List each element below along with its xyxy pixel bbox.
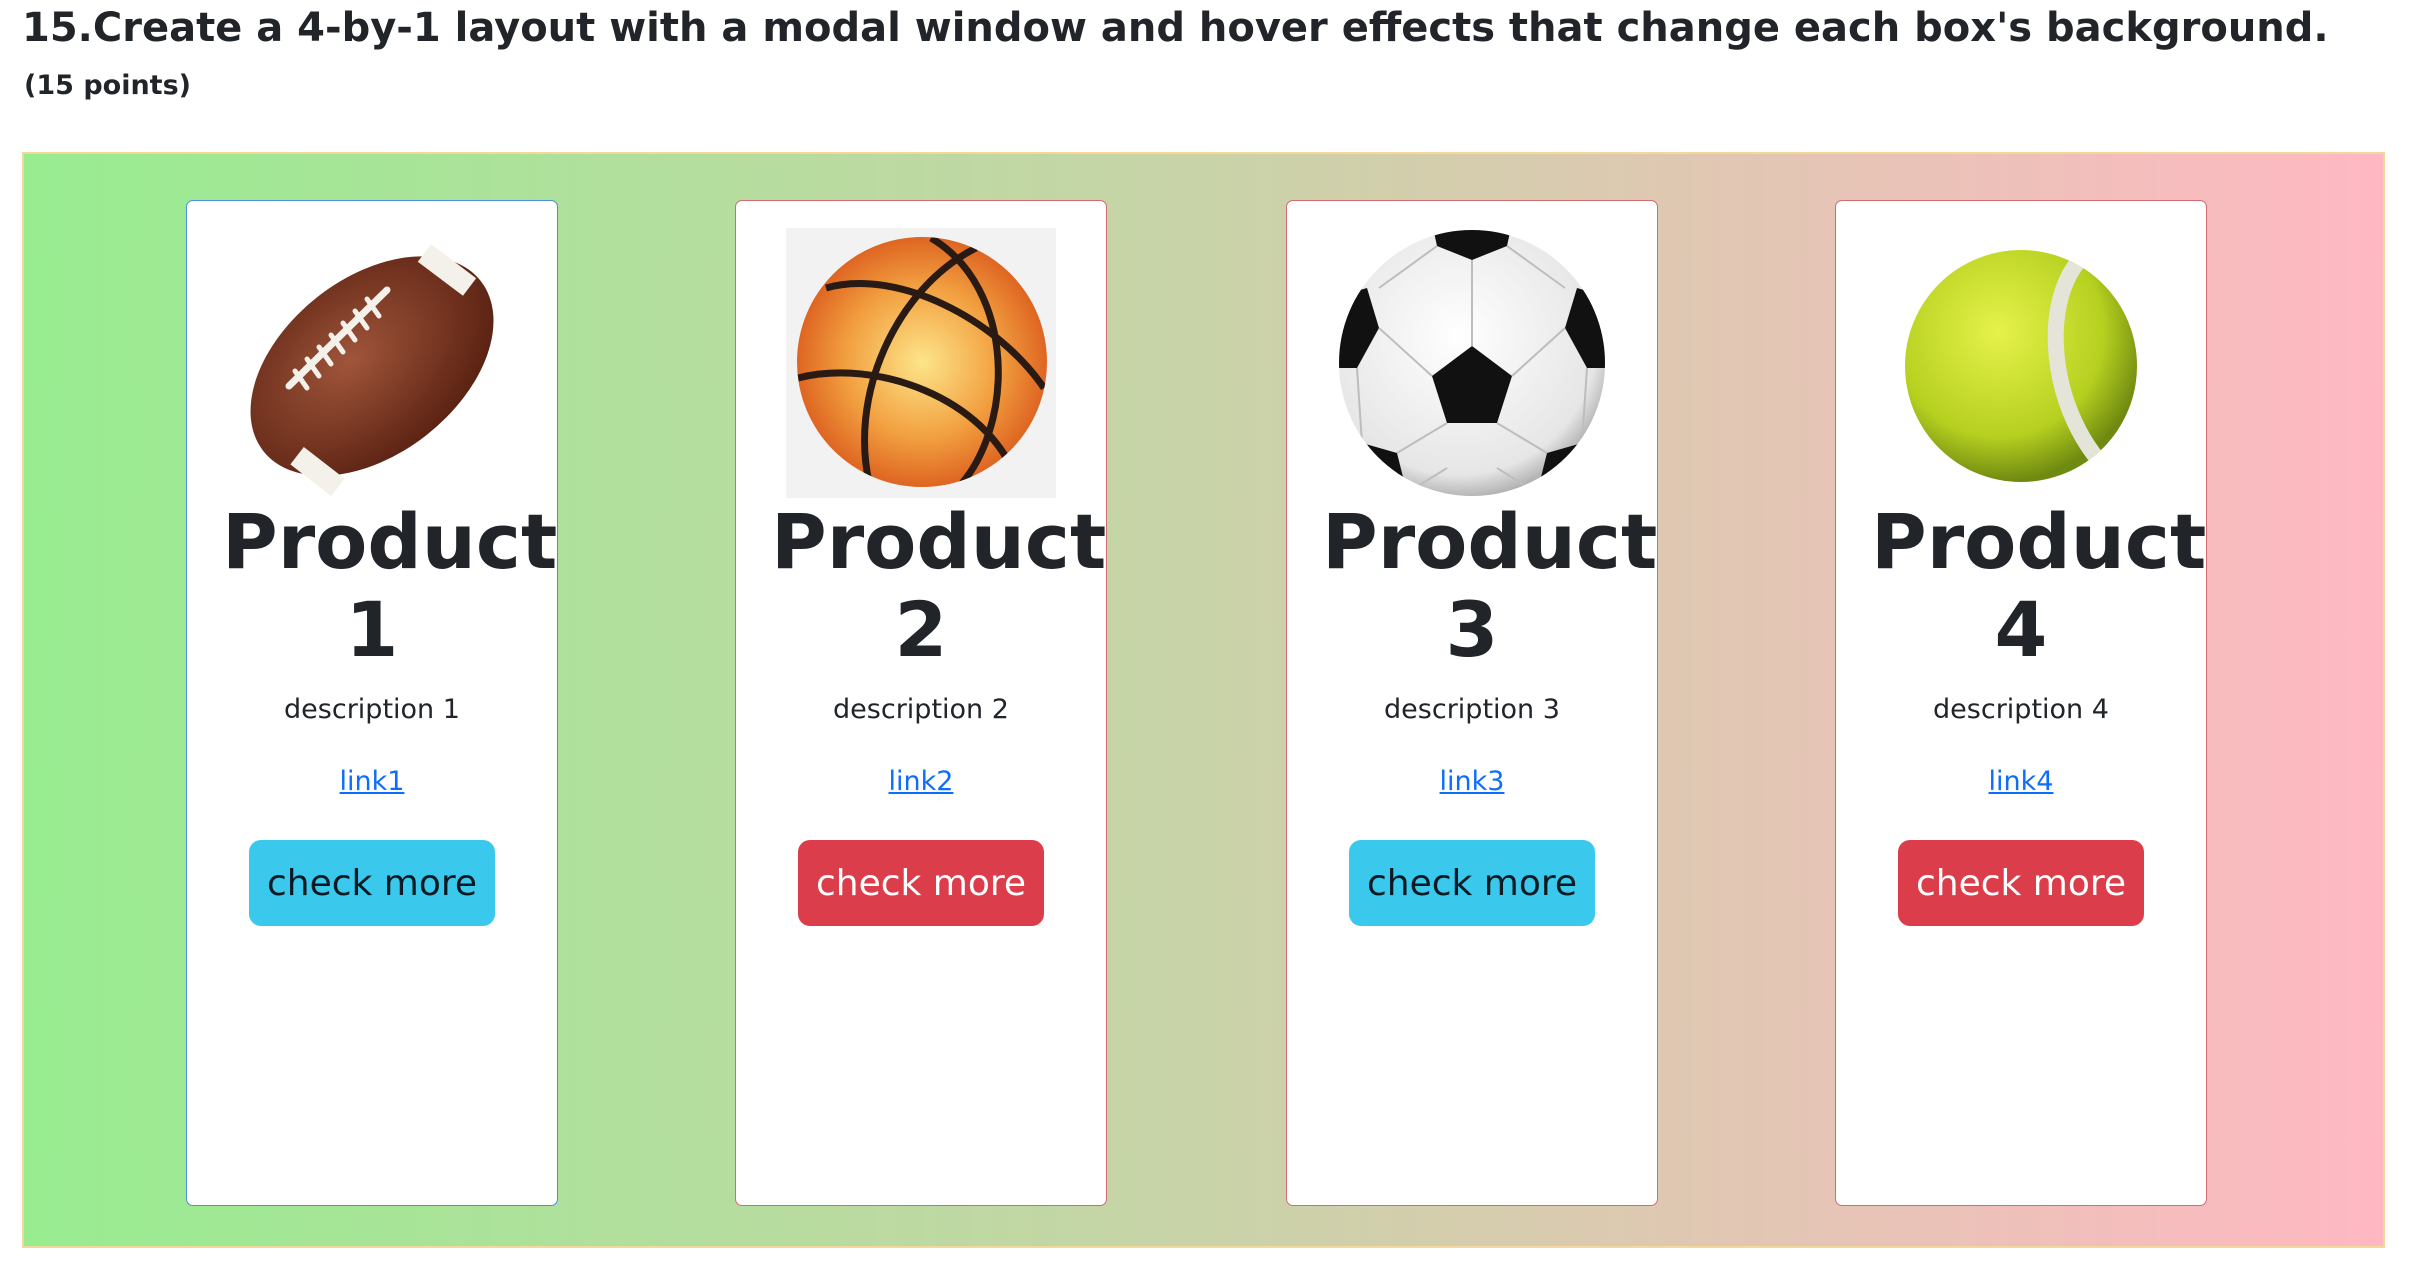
product-link-2[interactable]: link2 (889, 764, 954, 800)
product-card-3[interactable]: Product 3 description 3 link3 check more (1286, 200, 1658, 1206)
product-description: description 3 (1384, 694, 1560, 725)
product-name: Product 4 (1871, 497, 2207, 674)
basketball-icon (786, 228, 1056, 498)
question-points: (15 points) (24, 70, 191, 101)
product-name: Product 3 (1322, 497, 1658, 674)
product-card-4[interactable]: Product 4 description 4 link4 check more (1835, 200, 2207, 1206)
gradient-container: Product 1 description 1 link1 check more (22, 152, 2385, 1248)
product-link-3[interactable]: link3 (1440, 764, 1505, 800)
question-title: 15.Create a 4-by-1 layout with a modal w… (22, 5, 2329, 51)
product-link-1[interactable]: link1 (340, 764, 405, 800)
check-more-button-4[interactable]: check more (1898, 840, 2144, 926)
check-more-button-2[interactable]: check more (798, 840, 1044, 926)
check-more-button-1[interactable]: check more (249, 840, 495, 926)
product-description: description 4 (1933, 694, 2109, 725)
american-football-icon (237, 228, 507, 498)
product-name: Product 1 (222, 497, 558, 674)
product-description: description 2 (833, 694, 1009, 725)
product-card-2[interactable]: Product 2 description 2 link2 check more (735, 200, 1107, 1206)
product-name: Product 2 (771, 497, 1107, 674)
product-card-1[interactable]: Product 1 description 1 link1 check more (186, 200, 558, 1206)
check-more-button-3[interactable]: check more (1349, 840, 1595, 926)
product-description: description 1 (284, 694, 460, 725)
tennis-ball-icon (1886, 228, 2156, 498)
soccer-ball-icon (1337, 228, 1607, 498)
product-link-4[interactable]: link4 (1989, 764, 2054, 800)
